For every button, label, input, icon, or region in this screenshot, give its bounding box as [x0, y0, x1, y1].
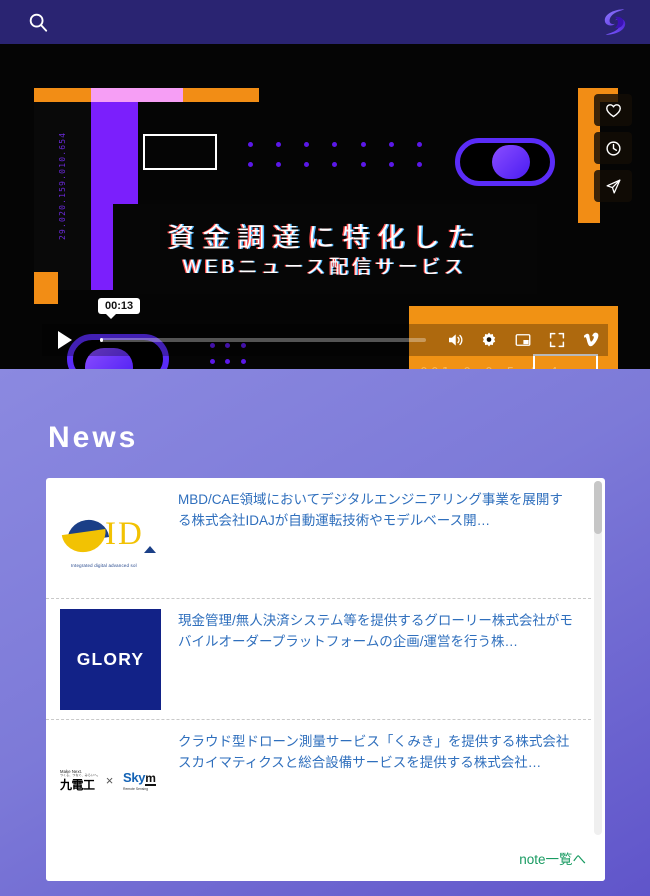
skym-logo-accent: m	[145, 770, 156, 786]
share-button[interactable]	[594, 170, 632, 202]
decor-block-orange	[183, 88, 259, 102]
news-heading: News	[48, 421, 139, 454]
settings-button[interactable]	[472, 324, 506, 356]
news-thumbnail: ID Integrated digital advanced sol	[60, 488, 161, 589]
brand-logo-icon[interactable]	[596, 3, 634, 41]
news-scrollbar-thumb[interactable]	[594, 481, 602, 534]
watch-later-button[interactable]	[594, 132, 632, 164]
glory-logo-mark: GLORY	[76, 649, 145, 669]
glory-logo-icon: GLORY	[60, 609, 161, 710]
news-scrollbar-track[interactable]	[594, 481, 602, 835]
news-item-title: 現金管理/無人決済システム等を提供するグローリー株式会社がモバイルオーダープラッ…	[178, 613, 573, 649]
page-root: 29.020.159.010.654 001 0 0 5 4 4	[0, 0, 650, 896]
decor-outline-rect	[533, 354, 598, 369]
news-thumbnail: GLORY	[60, 609, 161, 710]
video-progress-bar[interactable]: 00:13	[88, 298, 438, 356]
pip-button[interactable]	[506, 324, 540, 356]
news-section: News ID Integrated digital advanced sol	[0, 369, 650, 896]
skym-logo-sub: Remote Sensing	[123, 786, 149, 791]
video-headline-box: 資金調達に特化した WEBニュース配信サービス	[113, 204, 537, 294]
video-action-rail	[594, 94, 632, 202]
skym-logo-mark: Sky	[123, 769, 146, 785]
news-item-title: クラウド型ドローン測量サービス「くみき」を提供する株式会社スカイマティクスと総合…	[178, 734, 570, 770]
time-tooltip: 00:13	[98, 298, 141, 319]
idaj-logo-tagline: Integrated digital advanced sol	[71, 562, 137, 568]
decor-outline-rect	[143, 134, 217, 170]
progress-played	[100, 338, 103, 342]
video-control-bar: 00:13	[42, 298, 608, 356]
video-vertical-code: 29.020.159.010.654	[58, 131, 67, 240]
progress-track[interactable]	[100, 338, 426, 342]
kyudenko-skym-logo-icon: Make Next. つくる、つなぐ、みらいへ。 九電工 × Skym Remo…	[60, 753, 161, 808]
search-icon[interactable]	[26, 10, 50, 34]
vimeo-logo-icon[interactable]	[574, 324, 608, 356]
video-headline: 資金調達に特化した	[167, 223, 483, 253]
volume-button[interactable]	[438, 324, 472, 356]
decor-block-orange	[34, 88, 91, 102]
video-subline: WEBニュース配信サービス	[182, 257, 468, 278]
fullscreen-button[interactable]	[540, 324, 574, 356]
site-header	[0, 0, 650, 44]
note-list-link[interactable]: note一覧へ	[519, 848, 586, 868]
news-item[interactable]: GLORY 現金管理/無人決済システム等を提供するグローリー株式会社がモバイルオ…	[46, 599, 591, 720]
idaj-logo-icon: ID Integrated digital advanced sol	[60, 503, 161, 574]
kyudenko-tagline-sub: つくる、つなぐ、みらいへ。	[60, 773, 101, 778]
decor-block-pink	[91, 88, 183, 102]
news-thumbnail: Make Next. つくる、つなぐ、みらいへ。 九電工 × Skym Remo…	[60, 730, 161, 831]
news-list[interactable]: ID Integrated digital advanced sol MBD/C…	[46, 478, 605, 835]
news-item-title: MBD/CAE領域においてデジタルエンジニアリング事業を展開する株式会社IDAJ…	[178, 492, 563, 528]
kyudenko-logo-mark: 九電工	[60, 778, 95, 793]
play-button[interactable]	[42, 324, 88, 356]
decor-toggle-knob	[492, 145, 530, 179]
decor-dot-grid	[236, 134, 434, 174]
video-player[interactable]: 29.020.159.010.654 001 0 0 5 4 4	[0, 44, 650, 369]
news-item[interactable]: Make Next. つくる、つなぐ、みらいへ。 九電工 × Skym Remo…	[46, 720, 591, 835]
video-canvas: 29.020.159.010.654 001 0 0 5 4 4	[0, 44, 650, 369]
like-button[interactable]	[594, 94, 632, 126]
decor-block-orange	[34, 272, 58, 304]
news-item[interactable]: ID Integrated digital advanced sol MBD/C…	[46, 478, 591, 599]
idaj-logo-mark: ID	[105, 515, 144, 552]
news-card: ID Integrated digital advanced sol MBD/C…	[46, 478, 605, 881]
news-footer: note一覧へ	[46, 835, 605, 881]
logo-separator-icon: ×	[105, 773, 114, 788]
